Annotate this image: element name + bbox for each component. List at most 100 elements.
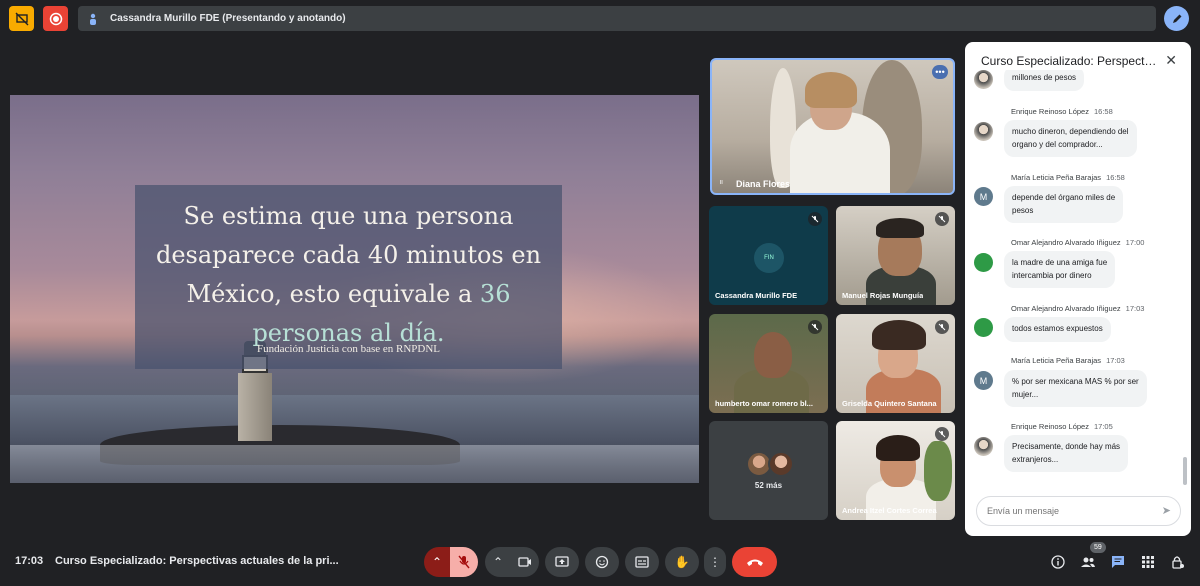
shared-presentation: Se estima que una persona desaparece cad…	[10, 95, 699, 483]
tile-manuel-rojas[interactable]: Manuel Rojas Munguía	[836, 206, 955, 305]
chat-message-header: Enrique Reinoso López 16:58	[1011, 107, 1113, 116]
chat-message-header: Enrique Reinoso López 17:05	[1011, 422, 1113, 431]
slide-source: Fundación Justicia con base en RNPDNL	[257, 343, 440, 355]
participant-hair	[872, 320, 926, 350]
slide-text-box: Se estima que una persona desaparece cad…	[135, 185, 562, 369]
participant-name: Manuel Rojas Munguía	[842, 291, 924, 300]
leave-call-button[interactable]	[732, 547, 777, 577]
slide-line-2: desaparece cada 40 minutos en	[155, 241, 542, 269]
chat-button[interactable]	[1108, 552, 1128, 572]
participant-name: Cassandra Murillo FDE	[715, 291, 798, 300]
presenting-banner: Cassandra Murillo FDE (Presentando y ano…	[78, 6, 1156, 31]
avatar	[768, 451, 794, 477]
avatar	[974, 437, 993, 456]
present-icon	[555, 556, 569, 567]
chat-message-input[interactable]	[987, 503, 1147, 519]
muted-icon	[808, 320, 822, 334]
meeting-clock: 17:03	[15, 555, 44, 567]
chat-panel: Curso Especializado: Perspectiva... ✕ mi…	[965, 42, 1191, 536]
audio-options-button[interactable]: ⌃	[424, 547, 450, 577]
chat-message-header: María Leticia Peña Barajas 16:58	[1011, 173, 1125, 182]
chat-bubble: % por ser mexicana MAS % por ser mujer...	[1004, 370, 1147, 407]
chat-message-header: Omar Alejandro Alvarado Iñiguez 17:00	[1011, 238, 1145, 247]
presentation-off-icon	[15, 12, 28, 25]
slide-highlight-number: 36	[479, 280, 511, 308]
muted-icon	[935, 427, 949, 441]
more-options-button[interactable]: •••	[932, 65, 948, 79]
more-dots-icon: •••	[935, 67, 945, 77]
more-vertical-icon: ⋮	[709, 555, 721, 569]
chat-bubble: Precisamente, donde hay más extranjeros..…	[1004, 435, 1129, 472]
avatar: M	[974, 371, 993, 390]
record-icon	[49, 12, 62, 25]
apps-grid-icon	[1142, 556, 1154, 568]
top-bar: Cassandra Murillo FDE (Presentando y ano…	[0, 0, 1200, 38]
tile-griselda-quintero[interactable]: Griselda Quintero Santana	[836, 314, 955, 413]
people-button[interactable]	[1078, 552, 1098, 572]
avatar	[974, 122, 993, 141]
hide-presentation-button[interactable]	[9, 6, 34, 31]
chat-input-box[interactable]: ➤	[976, 496, 1181, 526]
send-icon[interactable]: ➤	[1162, 504, 1171, 517]
chat-bubble: mucho dineron, dependiendo del organo y d…	[1004, 120, 1137, 157]
camera-toggle-button[interactable]	[511, 547, 539, 577]
close-icon: ✕	[1165, 52, 1177, 68]
chat-bubble: todos estamos expuestos	[1004, 317, 1111, 342]
info-icon	[1051, 555, 1065, 569]
camera-icon	[518, 557, 531, 567]
chevron-up-icon: ⌃	[431, 555, 443, 569]
tile-more-participants[interactable]: 52 más	[709, 421, 828, 520]
chat-panel-title: Curso Especializado: Perspectiva...	[981, 54, 1159, 68]
bottom-bar: 17:03 Curso Especializado: Perspectivas …	[0, 540, 1200, 586]
hand-icon: ✋	[674, 555, 690, 569]
recording-button[interactable]	[43, 6, 68, 31]
chat-scrollbar[interactable]	[1183, 457, 1187, 485]
more-options-button[interactable]: ⋮	[704, 547, 726, 577]
present-screen-button[interactable]	[545, 547, 579, 577]
raise-hand-button[interactable]: ✋	[665, 547, 699, 577]
captions-button[interactable]	[625, 547, 659, 577]
emoji-icon	[595, 555, 609, 569]
chat-messages[interactable]: millones de pesos Enrique Reinoso López 1…	[965, 70, 1191, 490]
more-participants-label: 52 más	[754, 481, 783, 490]
tile-andrea-cortes[interactable]: Andrea Itzel Cortes Correa	[836, 421, 955, 520]
tile-cassandra-murillo[interactable]: FIN Cassandra Murillo FDE	[709, 206, 828, 305]
pen-icon	[1172, 14, 1181, 23]
slide-line-1: Se estima que una persona	[183, 202, 514, 230]
chat-message-header: Omar Alejandro Alvarado Iñiguez 17:03	[1011, 304, 1145, 313]
person-presenting-icon	[90, 13, 96, 25]
slide-statement: Se estima que una persona desaparece cad…	[135, 197, 562, 353]
annotate-button[interactable]	[1164, 6, 1189, 31]
microphone-toggle-button[interactable]	[450, 547, 478, 577]
close-chat-button[interactable]: ✕	[1165, 52, 1177, 69]
activities-button[interactable]	[1138, 552, 1158, 572]
avatar	[974, 253, 993, 272]
waves-background	[10, 445, 699, 483]
meet-window: Cassandra Murillo FDE (Presentando y ano…	[0, 0, 1200, 586]
tile-humberto-omar[interactable]: humberto omar romero bl...	[709, 314, 828, 413]
fin-logo: FIN	[754, 243, 784, 273]
participant-hair	[876, 218, 924, 238]
avatar-stack	[746, 451, 796, 477]
people-icon	[1081, 557, 1095, 567]
audio-icon: ᴵᴵ	[720, 179, 723, 188]
lock-person-icon	[1172, 556, 1184, 569]
hang-up-icon	[746, 559, 763, 566]
reactions-button[interactable]	[585, 547, 619, 577]
muted-icon	[935, 320, 949, 334]
tile-diana-flores[interactable]: ••• ᴵᴵ Diana Flores	[710, 58, 955, 195]
chat-message-header: María Leticia Peña Barajas 17:03	[1011, 356, 1125, 365]
video-options-button[interactable]: ⌃	[485, 547, 511, 577]
participants-count-badge: 59	[1090, 542, 1106, 553]
participant-hair	[876, 435, 920, 461]
participant-name: Griselda Quintero Santana	[842, 399, 937, 408]
avatar: M	[974, 187, 993, 206]
meeting-details-button[interactable]	[1048, 552, 1068, 572]
participant-face	[754, 332, 792, 378]
presenting-text: Cassandra Murillo FDE (Presentando y ano…	[110, 13, 346, 24]
host-controls-button[interactable]	[1168, 552, 1188, 572]
chat-bubble: depende del órgano miles de pesos	[1004, 186, 1124, 223]
avatar	[974, 70, 993, 89]
participant-name: Andrea Itzel Cortes Correa	[842, 506, 937, 515]
avatar	[974, 318, 993, 337]
